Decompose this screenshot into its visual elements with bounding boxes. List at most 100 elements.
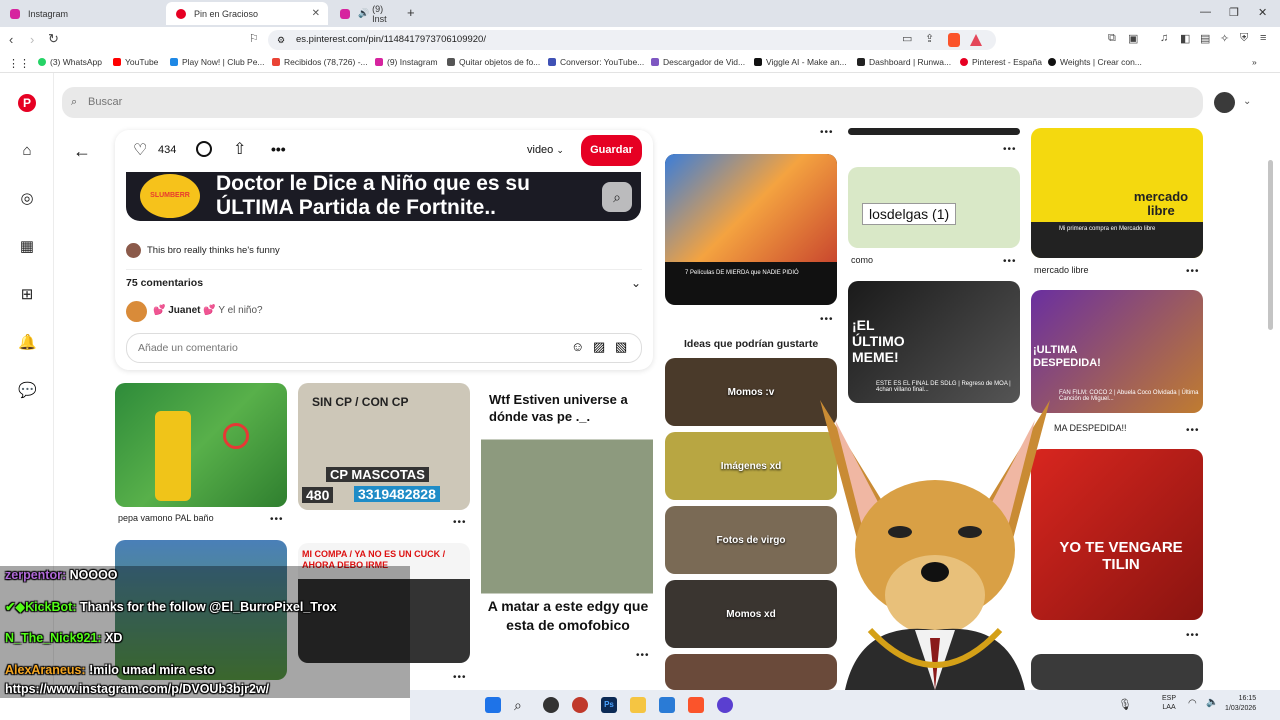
bookmark-gmail[interactable]: Recibidos (78,726) -... <box>272 57 368 67</box>
site-settings-icon[interactable]: ⚙ <box>277 30 285 50</box>
pin-video[interactable]: SLUMBERR Doctor le Dice a Niño que es su… <box>126 172 641 221</box>
brave-shield-icon[interactable] <box>948 33 960 47</box>
bookmark-clubpenguin[interactable]: Play Now! | Club Pe... <box>170 57 265 67</box>
bookmark-instagram[interactable]: (9) Instagram <box>375 57 438 67</box>
boards-icon[interactable]: ▦ <box>18 238 36 256</box>
more-options-icon[interactable]: ••• <box>1186 425 1200 436</box>
more-options-icon[interactable]: ••• <box>820 127 834 138</box>
start-icon[interactable] <box>485 697 501 713</box>
heart-icon[interactable]: ♡ <box>133 140 147 160</box>
pin-thumbnail[interactable]: 7 Películas DE MIERDA que NADIE PIDIÓ <box>665 154 837 305</box>
avatar[interactable] <box>1214 92 1235 113</box>
pin-thumbnail[interactable]: losdelgas (1) <box>848 167 1020 248</box>
avatar[interactable] <box>126 243 141 258</box>
tab-instagram[interactable]: Instagram <box>0 2 166 25</box>
bookmark-icon[interactable]: ⚐ <box>249 32 259 45</box>
pin-thumbnail[interactable] <box>848 128 1020 135</box>
bookmark-conversor[interactable]: Conversor: YouTube... <box>548 57 644 67</box>
more-bookmarks-icon[interactable]: » <box>1252 57 1257 67</box>
more-options-icon[interactable]: ••• <box>1186 630 1200 641</box>
bookmark-quitar[interactable]: Quitar objetos de fo... <box>447 57 540 67</box>
more-options-icon[interactable]: ••• <box>270 514 284 525</box>
explore-icon[interactable]: ◎ <box>18 190 36 208</box>
like-count: 434 <box>158 144 177 156</box>
pin-thumbnail[interactable]: mercado libre Mi primera compra en Merca… <box>1031 128 1203 258</box>
video-dropdown[interactable]: video ⌄ <box>527 144 564 156</box>
wallet2-icon[interactable]: ▤ <box>1200 32 1210 45</box>
notifications-icon[interactable]: 🔔 <box>18 334 37 352</box>
pin-thumbnail[interactable]: Wtf Estiven universe a dónde vas pe ._. … <box>481 383 653 640</box>
search-bar[interactable]: ⌕ Buscar <box>62 87 1203 118</box>
save-button[interactable]: Guardar <box>581 135 642 166</box>
clock[interactable]: 16:15 1/03/2026 <box>1225 694 1256 714</box>
share-icon[interactable]: ⇧ <box>233 139 246 159</box>
bookmark-viggle[interactable]: Viggle AI - Make an... <box>754 57 847 67</box>
app-icon[interactable] <box>659 697 675 713</box>
app-icon[interactable] <box>717 697 733 713</box>
more-options-icon[interactable]: ••• <box>1003 256 1017 267</box>
more-options-icon[interactable]: ••• <box>1003 144 1017 155</box>
leo-icon[interactable]: ✧ <box>1220 32 1229 45</box>
photoshop-icon[interactable]: Ps <box>601 697 617 713</box>
more-options-icon[interactable]: ••• <box>453 672 467 683</box>
extensions-icon[interactable]: ⧉ <box>1108 32 1116 45</box>
comment-user[interactable]: Juanet <box>168 305 200 316</box>
app-icon[interactable] <box>572 697 588 713</box>
bookmark-descargador[interactable]: Descargador de Vid... <box>651 57 745 67</box>
restore-icon[interactable]: ❐ <box>1229 6 1239 19</box>
share-icon[interactable]: ⇪ <box>925 32 934 45</box>
bookmark-whatsapp[interactable]: (3) WhatsApp <box>38 57 102 67</box>
apps-icon[interactable]: ⋮⋮ <box>8 57 30 70</box>
image-icon[interactable]: ▧ <box>615 339 627 355</box>
volume-icon[interactable]: 🔈 <box>1206 697 1218 708</box>
language-indicator[interactable]: ESP LAA <box>1162 694 1176 712</box>
chevron-down-icon[interactable]: ⌄ <box>631 276 641 290</box>
media-icon[interactable]: ♫ <box>1160 32 1168 44</box>
pinterest-logo-icon[interactable]: P <box>18 94 36 112</box>
more-options-icon[interactable]: ••• <box>453 517 467 528</box>
cast-icon[interactable]: ▭ <box>902 32 912 45</box>
search-icon[interactable]: ⌕ <box>514 697 530 713</box>
bookmark-runway[interactable]: Dashboard | Runwa... <box>857 57 951 67</box>
back-arrow-icon[interactable]: ← <box>73 141 91 162</box>
comment-icon[interactable] <box>196 141 212 157</box>
back-icon[interactable]: ‹ <box>9 32 13 47</box>
forward-icon[interactable]: › <box>30 32 34 47</box>
more-options-icon[interactable]: ••• <box>271 141 286 157</box>
tab-pinterest[interactable]: Pin en Gracioso ✕ <box>166 2 328 25</box>
sticker-icon[interactable]: ▨ <box>593 339 605 355</box>
close-icon[interactable]: ✕ <box>312 8 320 19</box>
messages-icon[interactable]: 💬 <box>18 382 37 400</box>
minimize-icon[interactable]: — <box>1200 6 1211 18</box>
microphone-icon[interactable]: 🎙 <box>1118 698 1132 711</box>
tab-instagram-2[interactable]: 🔊 (9) Inst <box>330 2 400 25</box>
sidebar-icon[interactable]: ◧ <box>1180 32 1190 45</box>
home-icon[interactable]: ⌂ <box>18 142 36 160</box>
create-icon[interactable]: ⊞ <box>18 286 36 304</box>
menu-icon[interactable]: ≡ <box>1260 32 1266 44</box>
pin-thumbnail[interactable] <box>115 383 287 507</box>
more-options-icon[interactable]: ••• <box>636 650 650 661</box>
avatar[interactable] <box>126 301 147 322</box>
folder-icon[interactable] <box>630 697 646 713</box>
pin-thumbnail[interactable]: SIN CP / CON CP CP MASCOTAS 480 33194828… <box>298 383 470 510</box>
brave-icon[interactable] <box>688 697 704 713</box>
visual-search-icon[interactable]: ⌕ <box>602 182 632 212</box>
reload-icon[interactable]: ↻ <box>48 31 59 47</box>
close-window-icon[interactable]: ✕ <box>1258 6 1267 19</box>
wallet-icon[interactable]: ▣ <box>1128 32 1138 45</box>
bookmark-youtube[interactable]: YouTube <box>113 57 158 67</box>
vpn-icon[interactable]: ⛨ <box>1240 32 1248 45</box>
url-field[interactable]: ⚙ es.pinterest.com/pin/11484179737061099… <box>268 30 996 50</box>
add-comment-field[interactable]: Añade un comentario ☺ ▨ ▧ <box>126 333 642 363</box>
wifi-icon[interactable]: ◠ <box>1188 698 1197 709</box>
bookmark-weights[interactable]: Weights | Crear con... <box>1048 57 1142 67</box>
emoji-icon[interactable]: ☺ <box>571 339 584 354</box>
new-tab-icon[interactable]: + <box>407 5 415 20</box>
bookmark-pinterest[interactable]: Pinterest - España <box>960 57 1042 67</box>
chevron-down-icon[interactable]: ⌄ <box>1243 96 1251 107</box>
scrollbar[interactable] <box>1268 160 1273 330</box>
more-options-icon[interactable]: ••• <box>1186 266 1200 277</box>
obs-icon[interactable] <box>543 697 559 713</box>
more-options-icon[interactable]: ••• <box>820 314 834 325</box>
